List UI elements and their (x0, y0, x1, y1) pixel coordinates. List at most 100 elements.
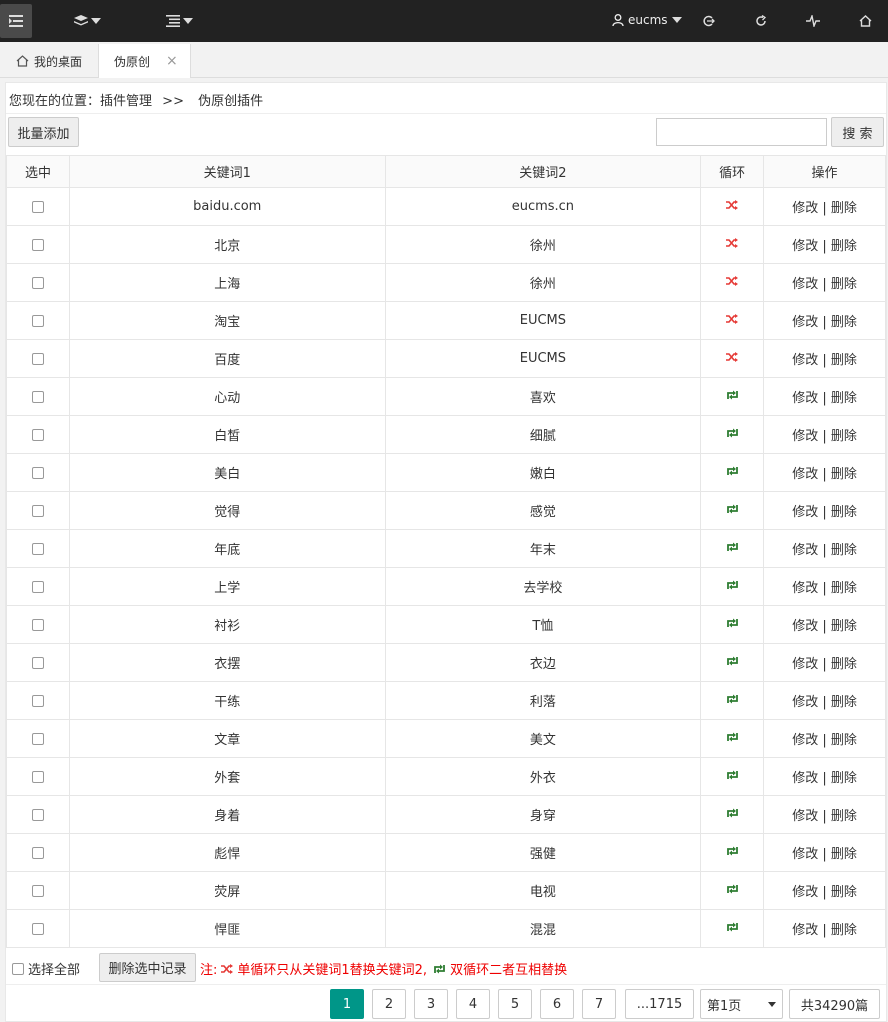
delete-link[interactable]: 删除 (831, 239, 857, 254)
actions-cell: 修改 | 删除 (763, 643, 886, 682)
delete-link[interactable]: 删除 (831, 581, 857, 596)
edit-link[interactable]: 修改 (792, 315, 818, 330)
user-menu[interactable]: eucms (612, 0, 682, 40)
list-menu-button[interactable] (162, 0, 196, 42)
delete-link[interactable]: 删除 (831, 657, 857, 672)
row-checkbox[interactable] (31, 694, 44, 707)
tab-home[interactable]: 我的桌面 (6, 44, 96, 78)
refresh-icon[interactable] (752, 0, 770, 42)
edit-link[interactable]: 修改 (792, 885, 818, 900)
delete-link[interactable]: 删除 (831, 543, 857, 558)
delete-selected-button[interactable]: 删除选中记录 (99, 953, 196, 982)
page-1-button[interactable]: 1 (330, 989, 364, 1019)
loop-note: 注: 单循环只从关键词1替换关键词2, 双循环二者互相替换 (200, 959, 567, 978)
page-select[interactable]: 第1页 (700, 989, 783, 1019)
row-checkbox[interactable] (31, 390, 44, 403)
search-input[interactable] (656, 118, 827, 146)
edit-link[interactable]: 修改 (792, 733, 818, 748)
search-button[interactable]: 搜 索 (831, 117, 884, 147)
edit-link[interactable]: 修改 (792, 277, 818, 292)
select-all[interactable]: 选择全部 (12, 959, 80, 978)
delete-link[interactable]: 删除 (831, 277, 857, 292)
table-row: 悍匪 混混 修改 | 删除 (6, 909, 886, 948)
row-checkbox[interactable] (31, 770, 44, 783)
row-checkbox[interactable] (31, 618, 44, 631)
delete-link[interactable]: 删除 (831, 809, 857, 824)
batch-add-button[interactable]: 批量添加 (8, 117, 79, 147)
row-checkbox[interactable] (31, 466, 44, 479)
breadcrumb-parent[interactable]: 插件管理 (100, 94, 152, 109)
edit-link[interactable]: 修改 (792, 695, 818, 710)
row-checkbox[interactable] (31, 238, 44, 251)
delete-link[interactable]: 删除 (831, 201, 857, 216)
row-checkbox[interactable] (31, 656, 44, 669)
page-7-button[interactable]: 7 (582, 989, 616, 1019)
pulse-icon[interactable] (804, 0, 822, 42)
row-checkbox[interactable] (31, 846, 44, 859)
row-checkbox[interactable] (31, 732, 44, 745)
loop-cell (700, 795, 765, 834)
row-checkbox[interactable] (31, 428, 44, 441)
page-5-button[interactable]: 5 (498, 989, 532, 1019)
delete-link[interactable]: 删除 (831, 353, 857, 368)
edit-link[interactable]: 修改 (792, 467, 818, 482)
breadcrumb-separator: >> (162, 94, 184, 109)
delete-link[interactable]: 删除 (831, 391, 857, 406)
delete-link[interactable]: 删除 (831, 923, 857, 938)
row-checkbox[interactable] (31, 580, 44, 593)
delete-link[interactable]: 删除 (831, 429, 857, 444)
row-checkbox[interactable] (31, 504, 44, 517)
logout-icon[interactable] (700, 0, 718, 42)
delete-link[interactable]: 删除 (831, 467, 857, 482)
edit-link[interactable]: 修改 (792, 353, 818, 368)
table-row: 美白 嫩白 修改 | 删除 (6, 453, 886, 492)
edit-link[interactable]: 修改 (792, 657, 818, 672)
edit-link[interactable]: 修改 (792, 771, 818, 786)
row-checkbox[interactable] (31, 276, 44, 289)
page-6-button[interactable]: 6 (540, 989, 574, 1019)
edit-link[interactable]: 修改 (792, 391, 818, 406)
page-last-button[interactable]: ...1715 (625, 989, 694, 1019)
delete-link[interactable]: 删除 (831, 505, 857, 520)
edit-link[interactable]: 修改 (792, 201, 818, 216)
delete-link[interactable]: 删除 (831, 885, 857, 900)
row-checkbox[interactable] (31, 200, 44, 213)
page-2-button[interactable]: 2 (372, 989, 406, 1019)
select-all-checkbox[interactable] (12, 962, 24, 975)
page-3-button[interactable]: 3 (414, 989, 448, 1019)
edit-link[interactable]: 修改 (792, 847, 818, 862)
page-4-button[interactable]: 4 (456, 989, 490, 1019)
delete-link[interactable]: 删除 (831, 619, 857, 634)
row-select-cell (6, 757, 70, 796)
row-checkbox[interactable] (31, 808, 44, 821)
edit-link[interactable]: 修改 (792, 581, 818, 596)
row-checkbox[interactable] (31, 922, 44, 935)
edit-link[interactable]: 修改 (792, 923, 818, 938)
row-checkbox[interactable] (31, 314, 44, 327)
row-checkbox[interactable] (31, 542, 44, 555)
delete-link[interactable]: 删除 (831, 771, 857, 786)
edit-link[interactable]: 修改 (792, 239, 818, 254)
breadcrumb-prefix: 您现在的位置： (9, 94, 101, 109)
delete-link[interactable]: 删除 (831, 695, 857, 710)
delete-link[interactable]: 删除 (831, 733, 857, 748)
edit-link[interactable]: 修改 (792, 809, 818, 824)
edit-link[interactable]: 修改 (792, 429, 818, 444)
menu-icon[interactable] (0, 4, 32, 38)
row-checkbox[interactable] (31, 884, 44, 897)
delete-link[interactable]: 删除 (831, 315, 857, 330)
close-icon[interactable]: × (166, 53, 178, 69)
home-icon[interactable] (856, 0, 874, 42)
op-separator: | (822, 429, 827, 444)
edit-link[interactable]: 修改 (792, 505, 818, 520)
edit-link[interactable]: 修改 (792, 543, 818, 558)
op-separator: | (822, 505, 827, 520)
edit-link[interactable]: 修改 (792, 619, 818, 634)
row-checkbox[interactable] (31, 352, 44, 365)
tab-pseudo-original[interactable]: 伪原创 × (98, 44, 191, 78)
keyword2-cell: 徐州 (384, 263, 702, 302)
table-row: 淘宝 EUCMS 修改 | 删除 (6, 301, 886, 340)
layers-menu-button[interactable] (70, 0, 104, 42)
delete-link[interactable]: 删除 (831, 847, 857, 862)
keyword1-cell: 悍匪 (68, 909, 386, 948)
